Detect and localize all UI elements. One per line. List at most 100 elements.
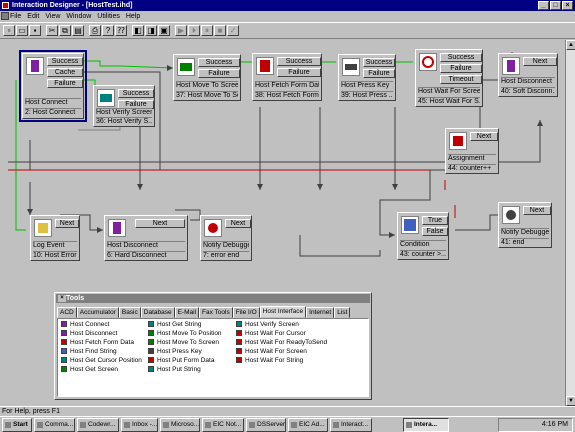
node-notify-debugger-2-next[interactable]: Next [523,206,551,215]
node-host-connect-cache[interactable]: Cache [47,68,83,77]
node-host-disconnect-top[interactable]: Next Host Disconnect 40: Soft Disconn... [498,53,558,97]
node-host-fetch-failure[interactable]: Failure [277,68,321,77]
node-host-press-failure[interactable]: Failure [363,69,395,78]
tool-host-wait-for-cursor[interactable]: Host Wait For Cursor [236,330,306,338]
tool-host-wait-for-string[interactable]: Host Wait For String [236,357,303,365]
node-log-event-next[interactable]: Next [55,219,79,228]
menu-file[interactable]: File [10,13,21,20]
node-host-verify-success[interactable]: Success [118,89,154,98]
node-host-connect[interactable]: Success Cache Failure Host Connect 2: Ho… [19,50,87,122]
node-host-wait-for-screen[interactable]: Success Failure Timeout Host Wait For Sc… [415,49,483,107]
node-host-wait-timeout[interactable]: Timeout [440,75,482,84]
taskbar-item-command[interactable]: Comma... [34,418,75,432]
tool-host-put-form-data[interactable]: Host Put Form Data [148,357,214,365]
debug-pause-icon[interactable]: ⏸ [201,25,213,36]
taskbar-item-interact[interactable]: Interact... [330,418,372,432]
tool-host-get-string[interactable]: Host Get String [148,321,201,329]
menu-utilities[interactable]: Utilities [97,13,120,20]
tool-host-press-key[interactable]: Host Press Key [148,348,202,356]
tools-palette[interactable]: Tools × ACD Accumulator Basic Database E-… [54,292,372,400]
node-host-verify-screen[interactable]: Success Failure Host Verify Screen 36: H… [93,85,155,127]
context-help-icon[interactable]: ⁇ [115,25,127,36]
node-host-wait-success[interactable]: Success [440,53,482,62]
node-host-connect-failure[interactable]: Failure [47,79,83,88]
taskbar-item-eic-notifier[interactable]: EIC Not... [202,418,244,432]
taskbar-item-eic-admin[interactable]: EIC Ad... [288,418,328,432]
tool-host-find-string[interactable]: Host Find String [61,348,117,356]
tab-basic[interactable]: Basic [118,307,141,318]
node-host-fetch-success[interactable]: Success [277,57,321,66]
node-notify-debugger-2[interactable]: Next Notify Debugger 41: end [498,202,552,248]
tools-close-icon[interactable]: × [58,295,66,302]
node-notify-debugger-1-next[interactable]: Next [225,219,251,228]
vertical-scrollbar[interactable]: ▲ ▼ [565,40,575,406]
tab-host-interface[interactable]: Host Interface [259,306,307,318]
taskbar-item-dsserver[interactable]: DSServer [246,418,286,432]
node-host-disconnect-top-next[interactable]: Next [523,57,557,66]
tool-icon-2[interactable]: ◨ [145,25,157,36]
close-button[interactable]: × [562,1,573,10]
tool-host-move-to-screen[interactable]: Host Move To Screen [148,339,219,347]
tab-database[interactable]: Database [140,307,175,318]
tool-host-wait-for-readytosend[interactable]: Host Wait For ReadyToSend [236,339,327,347]
tool-host-move-to-position[interactable]: Host Move To Position [148,330,222,338]
paste-icon[interactable]: ▤ [72,25,84,36]
menu-edit[interactable]: Edit [27,13,39,20]
maximize-button[interactable]: □ [550,1,561,10]
tab-file-io[interactable]: File I/O [232,307,260,318]
node-host-move-failure[interactable]: Failure [198,69,240,78]
tool-icon-1[interactable]: ◧ [132,25,144,36]
help-icon[interactable]: ? [102,25,114,36]
node-condition[interactable]: True False Condition 43: counter >... [397,212,449,260]
node-condition-true[interactable]: True [422,216,448,225]
node-host-fetch-form-data[interactable]: Success Failure Host Fetch Form Data 38:… [252,53,322,101]
taskbar-item-microsoft[interactable]: Microso... [160,418,200,432]
tab-accumulator[interactable]: Accumulator [76,307,119,318]
tab-acd[interactable]: ACD [57,307,77,318]
clock[interactable]: 4:16 PM [542,421,568,428]
tool-host-connect[interactable]: Host Connect [61,321,109,329]
node-host-press-key[interactable]: Success Failure Host Press Key 39: Host … [338,54,396,101]
print-icon[interactable]: ⎙ [89,25,101,36]
window-title-bar[interactable]: Interaction Designer - [HostTest.ihd] _ … [0,0,575,11]
debug-stop-icon[interactable]: ■ [214,25,226,36]
node-host-move-to-screen[interactable]: Success Failure Host Move To Screen 37: … [173,54,241,101]
tool-host-get-cursor-position[interactable]: Host Get Cursor Position [61,357,142,365]
taskbar-item-codewright[interactable]: Codewr... [77,418,119,432]
debug-run-icon[interactable]: ▶ [175,25,187,36]
tool-icon-3[interactable]: ▣ [158,25,170,36]
open-file-icon[interactable]: ▭ [16,25,28,36]
copy-icon[interactable]: ⧉ [59,25,71,36]
tool-host-verify-screen[interactable]: Host Verify Screen [236,321,299,329]
node-host-move-success[interactable]: Success [198,58,240,67]
node-condition-false[interactable]: False [422,227,448,236]
tool-host-fetch-form-data[interactable]: Host Fetch Form Data [61,339,134,347]
menu-window[interactable]: Window [66,13,91,20]
new-file-icon[interactable]: ▫ [3,25,15,36]
taskbar-item-interaction-designer[interactable]: Intera... [403,418,449,432]
menu-help[interactable]: Help [126,13,140,20]
tab-email[interactable]: E-Mail [174,307,200,318]
debug-check-icon[interactable]: ✓ [227,25,239,36]
node-host-connect-success[interactable]: Success [47,57,83,66]
node-host-wait-failure[interactable]: Failure [440,64,482,73]
node-notify-debugger-1[interactable]: Next Notify Debugger 7: error end [200,215,252,261]
tool-host-put-string[interactable]: Host Put String [148,366,201,374]
node-log-event[interactable]: Next Log Event 10: Host Error [30,215,80,261]
tool-host-disconnect[interactable]: Host Disconnect [61,330,117,338]
scroll-up-arrow[interactable]: ▲ [566,40,575,50]
save-icon[interactable]: ▪ [29,25,41,36]
tool-host-get-screen[interactable]: Host Get Screen [61,366,118,374]
minimize-button[interactable]: _ [538,1,549,10]
taskbar-item-inbox[interactable]: Inbox -... [121,418,158,432]
cut-icon[interactable]: ✂ [46,25,58,36]
node-assignment[interactable]: Next Assignment 44: counter++ [445,128,499,174]
tab-internet[interactable]: Internet [306,307,335,318]
menu-view[interactable]: View [45,13,60,20]
node-host-disconnect-bottom-next[interactable]: Next [135,219,185,228]
tool-host-wait-for-screen[interactable]: Host Wait For Screen [236,348,307,356]
debug-step-icon[interactable]: ⏵ [188,25,200,36]
node-assignment-next[interactable]: Next [470,132,498,141]
scroll-down-arrow[interactable]: ▼ [566,396,575,406]
tab-fax-tools[interactable]: Fax Tools [199,307,233,318]
